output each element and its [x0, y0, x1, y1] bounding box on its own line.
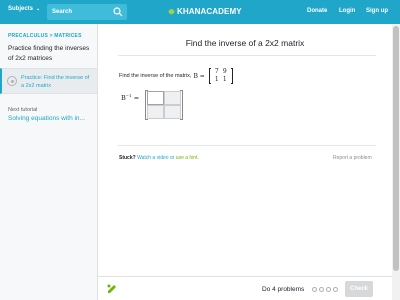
scratchpad-pencil-icon[interactable] [106, 283, 118, 295]
subjects-menu-button[interactable]: Subjects ⌄ [8, 6, 40, 12]
progress-dot [312, 287, 317, 292]
logo-text: KHANACADEMY [177, 7, 242, 16]
divider [118, 145, 376, 146]
next-tutorial-link[interactable]: Solving equations with in... [8, 115, 85, 122]
matrix-cell: 1 [222, 76, 227, 83]
matrix-cell: 7 [214, 68, 219, 75]
chevron-down-icon: ⌄ [36, 6, 41, 12]
report-problem-link[interactable]: Report a problem [333, 155, 372, 161]
khan-academy-logo[interactable]: KHANACADEMY [168, 7, 242, 16]
or-text: or [169, 155, 175, 161]
matrix-cell: 9 [222, 68, 227, 75]
question-prefix: Find the inverse of the matrix, [119, 73, 192, 79]
progress-dots [312, 287, 338, 292]
use-hint-link[interactable]: use a hint. [176, 155, 199, 161]
stuck-label: Stuck? [119, 155, 136, 161]
subjects-label: Subjects [8, 6, 34, 12]
sidebar-item-label: Practice: Find the inverse of a 2x2 matr… [21, 75, 90, 89]
top-navbar: Subjects ⌄ Search KHANACADEMY Donate Log… [0, 0, 400, 24]
logo-leaf-icon [168, 8, 175, 15]
answer-cell-input[interactable] [147, 91, 164, 105]
search-input[interactable]: Search [47, 4, 127, 20]
search-icon[interactable] [113, 7, 123, 17]
login-link[interactable]: Login [339, 8, 355, 14]
page-title: Find the inverse of a 2x2 matrix [185, 38, 305, 48]
sidebar-item-current-practice[interactable]: Practice: Find the inverse of a 2x2 matr… [0, 68, 97, 94]
next-tutorial-label: Next tutorial [8, 107, 38, 113]
matrix-name: B = [193, 72, 205, 80]
watch-video-link[interactable]: Watch a video [137, 155, 169, 161]
progress-dot [319, 287, 324, 292]
sidebar-title: Practice finding the inverses of 2x2 mat… [8, 45, 90, 62]
signup-link[interactable]: Sign up [366, 8, 388, 14]
inverse-exponent: −1 [125, 93, 132, 98]
answer-cell-input[interactable] [164, 91, 181, 105]
scrollbar[interactable] [392, 24, 400, 300]
exercise-footer: Do 4 problems Check [98, 276, 392, 300]
sidebar: PRECALCULUS > MATRICES Practice finding … [0, 24, 98, 300]
answer-cell-input[interactable] [164, 105, 181, 119]
answer-label: B−1 = [121, 93, 139, 102]
given-matrix: 7 9 1 1 [208, 68, 233, 84]
answer-matrix-input [145, 90, 183, 120]
equals-sign: = [133, 94, 140, 103]
practice-status-icon [7, 76, 17, 86]
answer-cell-input[interactable] [147, 105, 164, 119]
matrix-cell: 1 [214, 76, 219, 83]
progress-label: Do 4 problems [262, 286, 305, 293]
question-text: Find the inverse of the matrix, B = 7 9 … [119, 68, 233, 84]
progress-dot [326, 287, 331, 292]
help-row: Stuck? Watch a video or use a hint. [119, 155, 199, 161]
check-button[interactable]: Check [345, 281, 373, 297]
search-placeholder: Search [52, 9, 73, 15]
donate-link[interactable]: Donate [307, 8, 327, 14]
divider [118, 55, 376, 56]
progress-dot [333, 287, 338, 292]
breadcrumb[interactable]: PRECALCULUS > MATRICES [8, 33, 82, 39]
scrollbar-thumb[interactable] [393, 26, 399, 271]
